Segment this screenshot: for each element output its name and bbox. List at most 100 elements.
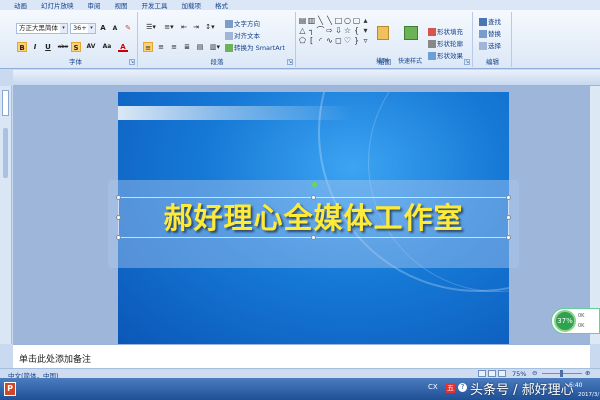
tray-input-indicator[interactable]: CX: [428, 383, 438, 391]
font-name-select[interactable]: 方正大黑简体 ▾: [16, 23, 68, 34]
change-case-button[interactable]: Aa: [101, 42, 113, 52]
font-size-value: 36+: [73, 24, 87, 32]
bullets-icon[interactable]: ☰▾: [143, 22, 159, 32]
char-spacing-button[interactable]: AV: [84, 42, 98, 52]
vertical-scrollbar[interactable]: [590, 86, 600, 344]
quick-styles-button[interactable]: 快速样式: [398, 26, 422, 65]
normal-view-icon[interactable]: [478, 370, 486, 377]
ribbon-tabs: 动画 幻灯片放映 审阅 视图 开发工具 加载项 格式: [0, 0, 600, 10]
decrease-indent-icon[interactable]: ⇤: [179, 22, 189, 32]
wave-shape-icon[interactable]: ∿: [325, 36, 334, 46]
zoom-in-icon[interactable]: ⊕: [585, 369, 590, 377]
line-shape-icon[interactable]: ╲: [316, 16, 325, 26]
right-arrow-shape-icon[interactable]: ⇨: [325, 26, 334, 36]
strikethrough-button[interactable]: abe: [56, 42, 70, 52]
scroll-up-icon[interactable]: ▴: [361, 16, 370, 26]
line-spacing-icon[interactable]: ↕▾: [203, 22, 217, 32]
dialog-launcher-icon[interactable]: ↘: [287, 59, 293, 65]
select-button[interactable]: 选择: [479, 40, 501, 50]
quick-styles-icon: [404, 26, 418, 40]
text-direction-label: 文字方向: [234, 20, 260, 28]
columns-icon[interactable]: ▥▾: [208, 42, 222, 52]
pane-scrollbar[interactable]: [3, 128, 8, 178]
shapes-gallery[interactable]: ▤ ▥ ╲ ╲ □ ○ ▢ ▴ △ ┐ ⌒ ⇨ ⇩ ☆ { ▾ ⬠ [ ◜ ∿ …: [298, 16, 370, 50]
numbering-icon[interactable]: ≡▾: [161, 22, 177, 32]
tab-addins[interactable]: 加载项: [182, 0, 202, 10]
triangle-shape-icon[interactable]: △: [298, 26, 307, 36]
arrange-button[interactable]: 排列: [376, 26, 389, 65]
clear-format-icon[interactable]: ✎: [123, 23, 133, 33]
notes-pane[interactable]: 单击此处添加备注: [13, 344, 590, 368]
heart-shape-icon[interactable]: ♡: [343, 36, 352, 46]
down-arrow-shape-icon[interactable]: ⇩: [334, 26, 343, 36]
shrink-font-button[interactable]: A: [110, 24, 120, 34]
zoom-out-icon[interactable]: ⊖: [532, 369, 537, 377]
underline-button[interactable]: U: [43, 42, 53, 52]
slide-thumbnail[interactable]: [2, 90, 9, 116]
textbox-shape-icon[interactable]: ▤: [298, 16, 307, 26]
shape-outline-button[interactable]: 形状轮廓: [428, 38, 463, 48]
rotation-handle[interactable]: [312, 182, 317, 187]
brace-right-shape-icon[interactable]: }: [352, 36, 361, 46]
tray-clock[interactable]: 6:40: [569, 382, 582, 389]
tab-format[interactable]: 格式: [215, 0, 228, 10]
zoom-slider-thumb[interactable]: [560, 370, 563, 377]
font-color-button[interactable]: A: [118, 42, 128, 52]
dialog-launcher-icon[interactable]: ↘: [129, 59, 135, 65]
slideshow-view-icon[interactable]: [498, 370, 506, 377]
status-bar: 中文(简体，中国) 75% ⊖ ⊕: [0, 368, 600, 380]
textbox-vertical-shape-icon[interactable]: ▥: [307, 16, 316, 26]
smartart-button[interactable]: 转换为 SmartArt: [225, 42, 285, 52]
align-center-icon[interactable]: ≡: [156, 42, 166, 52]
find-button[interactable]: 查找: [479, 16, 501, 26]
zoom-level[interactable]: 75%: [512, 370, 526, 378]
tab-developer[interactable]: 开发工具: [142, 0, 168, 10]
binoculars-icon: [479, 18, 487, 26]
dialog-launcher-icon[interactable]: ↘: [464, 59, 470, 65]
tab-review[interactable]: 审阅: [88, 0, 101, 10]
oval-shape-icon[interactable]: ○: [343, 16, 352, 26]
grow-font-button[interactable]: A: [98, 23, 108, 33]
shadow-button[interactable]: S: [71, 42, 81, 52]
text-direction-button[interactable]: 文字方向: [225, 18, 260, 28]
bracket-shape-icon[interactable]: [: [307, 36, 316, 46]
ruler-strip: [13, 70, 600, 86]
align-text-button[interactable]: 对齐文本: [225, 30, 260, 40]
pentagon-shape-icon[interactable]: ⬠: [298, 36, 307, 46]
text-direction-icon: [225, 20, 233, 28]
justify-icon[interactable]: ≣: [182, 42, 192, 52]
rectangle-shape-icon[interactable]: □: [334, 16, 343, 26]
arc-shape-icon[interactable]: ◜: [316, 36, 325, 46]
shape-effects-button[interactable]: 形状效果: [428, 50, 463, 60]
powerpoint-taskbar-icon[interactable]: P: [4, 382, 16, 396]
replace-button[interactable]: 替换: [479, 28, 501, 38]
ime-icon[interactable]: 五: [446, 383, 455, 393]
slide-title[interactable]: 郝好理心全媒体工作室: [118, 200, 509, 236]
scroll-down-icon[interactable]: ▾: [361, 26, 370, 36]
star-shape-icon[interactable]: ☆: [343, 26, 352, 36]
connector-shape-icon[interactable]: ┐: [307, 26, 316, 36]
bold-button[interactable]: B: [17, 42, 27, 52]
callout-shape-icon[interactable]: ◻: [334, 36, 343, 46]
network-speed-widget[interactable]: 37% 0K 0K: [551, 308, 600, 334]
font-size-select[interactable]: 36+ ▾: [70, 23, 96, 34]
slide-sorter-view-icon[interactable]: [488, 370, 496, 377]
align-right-icon[interactable]: ≡: [169, 42, 179, 52]
align-left-icon[interactable]: ≡: [143, 42, 153, 52]
brace-shape-icon[interactable]: {: [352, 26, 361, 36]
shape-fill-button[interactable]: 形状填充: [428, 26, 463, 36]
curve-shape-icon[interactable]: ⌒: [316, 26, 325, 36]
tab-slideshow[interactable]: 幻灯片放映: [41, 0, 74, 10]
help-icon[interactable]: ?: [458, 383, 467, 392]
arrow-shape-icon[interactable]: ╲: [325, 16, 334, 26]
distribute-icon[interactable]: ▤: [195, 42, 205, 52]
tab-animation[interactable]: 动画: [14, 0, 27, 10]
increase-indent-icon[interactable]: ⇥: [191, 22, 201, 32]
rounded-rect-shape-icon[interactable]: ▢: [352, 16, 361, 26]
tray-date[interactable]: 2017/3/: [578, 392, 599, 398]
align-text-label: 对齐文本: [234, 32, 260, 40]
italic-button[interactable]: I: [30, 42, 40, 52]
gallery-more-icon[interactable]: ▿: [361, 36, 370, 46]
tab-view[interactable]: 视图: [115, 0, 128, 10]
replace-label: 替换: [488, 30, 501, 38]
